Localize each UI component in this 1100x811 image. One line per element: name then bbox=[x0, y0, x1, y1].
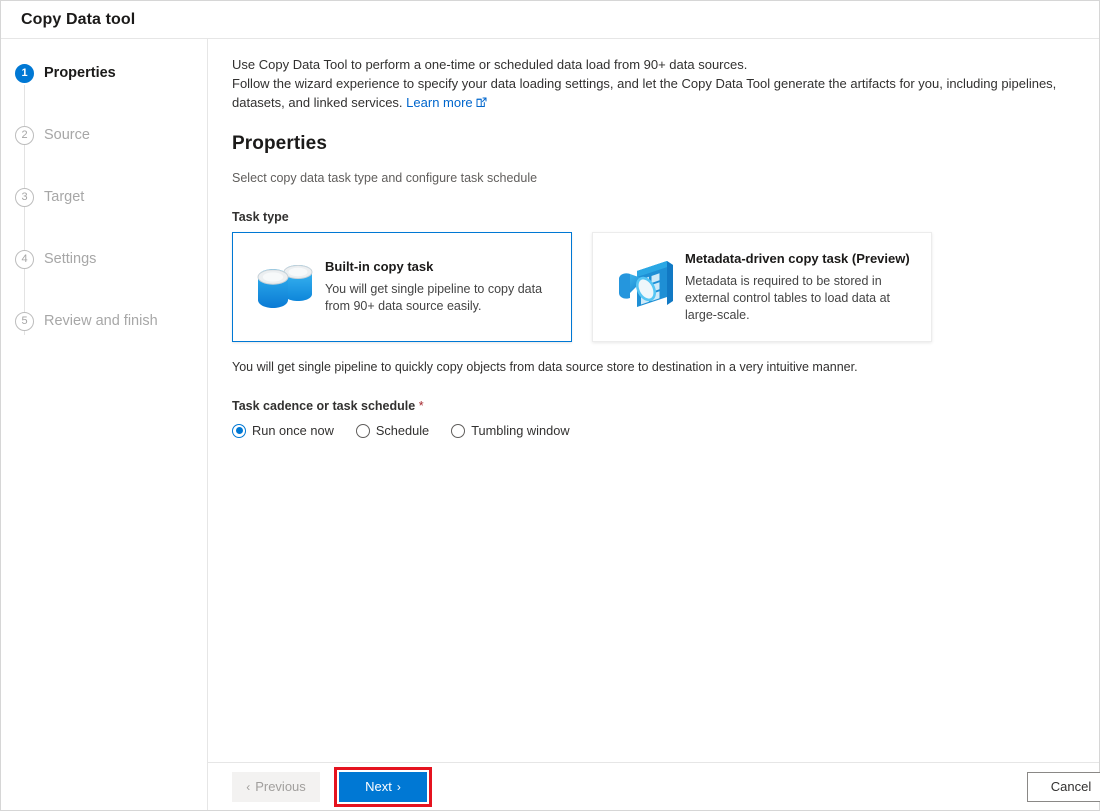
radio-indicator bbox=[232, 423, 246, 438]
card-description: Metadata is required to be stored in ext… bbox=[685, 273, 890, 322]
next-button[interactable]: Next › bbox=[339, 771, 427, 802]
chevron-left-icon: ‹ bbox=[246, 779, 251, 794]
radio-label: Tumbling window bbox=[471, 423, 570, 438]
copy-data-tool-dialog: Copy Data tool 1 Properties 2 Source 3 T… bbox=[0, 0, 1100, 811]
intro-line-2: Follow the wizard experience to specify … bbox=[232, 76, 1057, 110]
wizard-step-rail: 1 Properties 2 Source 3 Target 4 Setting… bbox=[1, 39, 208, 810]
next-button-label: Next bbox=[365, 779, 392, 794]
page-subtitle: Select copy data task type and configure… bbox=[232, 171, 538, 185]
step-number-badge: 3 bbox=[15, 187, 34, 207]
cancel-button[interactable]: Cancel bbox=[1027, 771, 1100, 802]
intro-line-1: Use Copy Data Tool to perform a one-time… bbox=[232, 57, 748, 72]
content-column: Use Copy Data Tool to perform a one-time… bbox=[208, 39, 1100, 810]
page-title: Properties bbox=[232, 133, 327, 154]
radio-indicator bbox=[451, 423, 466, 438]
step-number-badge: 2 bbox=[15, 125, 34, 145]
card-title: Built-in copy task bbox=[325, 259, 434, 274]
radio-run-once-now[interactable]: Run once now bbox=[232, 423, 334, 438]
task-type-label: Task type bbox=[232, 210, 289, 224]
step-connector-line bbox=[24, 85, 25, 335]
step-number-badge: 5 bbox=[15, 311, 34, 331]
sidebar-step-target[interactable]: 3 Target bbox=[1, 185, 207, 209]
dialog-title: Copy Data tool bbox=[21, 10, 136, 28]
task-type-card-metadata-driven-copy[interactable]: Metadata-driven copy task (Preview) Meta… bbox=[592, 232, 932, 342]
step-label: Properties bbox=[44, 65, 116, 81]
metadata-table-search-icon bbox=[607, 257, 683, 317]
step-label: Settings bbox=[44, 251, 97, 267]
card-text-block: Built-in copy task You will get single p… bbox=[323, 259, 553, 315]
task-type-note: You will get single pipeline to quickly … bbox=[232, 360, 858, 374]
card-text-block: Metadata-driven copy task (Preview) Meta… bbox=[683, 251, 913, 324]
task-cadence-label: Task cadence or task schedule * bbox=[232, 399, 1075, 413]
external-link-icon bbox=[476, 94, 487, 113]
chevron-right-icon: › bbox=[396, 779, 401, 794]
sidebar-step-source[interactable]: 2 Source bbox=[1, 123, 207, 147]
learn-more-link[interactable]: Learn more bbox=[406, 95, 472, 110]
radio-label: Schedule bbox=[375, 423, 430, 438]
dialog-body: 1 Properties 2 Source 3 Target 4 Setting… bbox=[1, 39, 1100, 810]
dialog-footer: ‹ Previous Next › Cancel bbox=[208, 762, 1100, 810]
radio-schedule[interactable]: Schedule bbox=[355, 423, 430, 438]
cancel-button-label: Cancel bbox=[1050, 779, 1092, 794]
properties-pane: Use Copy Data Tool to perform a one-time… bbox=[208, 39, 1099, 762]
task-cadence-label-text: Task cadence or task schedule bbox=[232, 399, 416, 413]
required-asterisk: * bbox=[418, 399, 424, 413]
step-number-badge: 4 bbox=[15, 249, 34, 269]
radio-label: Run once now bbox=[252, 423, 334, 438]
task-type-card-built-in-copy[interactable]: Built-in copy task You will get single p… bbox=[232, 232, 572, 342]
sidebar-step-review-and-finish[interactable]: 5 Review and finish bbox=[1, 309, 207, 333]
sidebar-step-properties[interactable]: 1 Properties bbox=[1, 61, 207, 85]
radio-tumbling-window[interactable]: Tumbling window bbox=[451, 423, 570, 438]
previous-button-label: Previous bbox=[255, 779, 306, 794]
radio-indicator bbox=[355, 423, 370, 438]
card-title: Metadata-driven copy task (Preview) bbox=[685, 250, 910, 266]
dialog-titlebar: Copy Data tool bbox=[1, 1, 1099, 39]
step-label: Review and finish bbox=[44, 313, 158, 329]
card-description: You will get single pipeline to copy dat… bbox=[325, 282, 543, 313]
task-type-card-group: Built-in copy task You will get single p… bbox=[232, 232, 1075, 342]
next-button-highlight-box: Next › bbox=[334, 766, 432, 807]
previous-button[interactable]: ‹ Previous bbox=[232, 771, 320, 802]
step-label: Source bbox=[44, 127, 90, 143]
step-number-badge: 1 bbox=[15, 63, 34, 83]
sidebar-step-settings[interactable]: 4 Settings bbox=[1, 247, 207, 271]
database-copy-icon bbox=[247, 258, 323, 316]
task-cadence-radio-group: Run once now Schedule Tumbling window bbox=[232, 423, 1075, 438]
step-label: Target bbox=[44, 189, 85, 205]
intro-paragraph: Use Copy Data Tool to perform a one-time… bbox=[232, 55, 1075, 113]
